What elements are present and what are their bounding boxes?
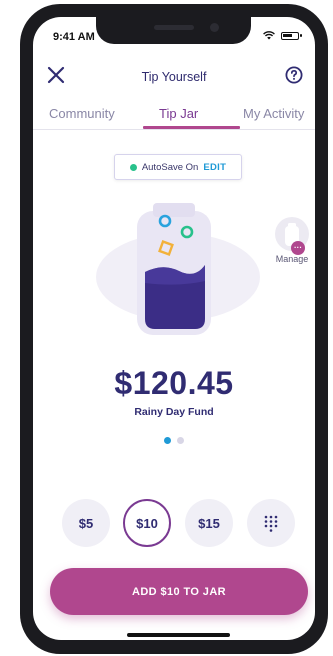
speaker [154,25,194,30]
page-dot-1[interactable] [164,437,171,444]
phone-frame: 9:41 AM Tip Yourself Community Tip Jar M… [20,4,328,654]
battery-icon [281,31,302,40]
tab-community[interactable]: Community [49,106,115,121]
jar-balance: $120.45 [114,365,234,401]
status-time: 9:41 AM [53,31,95,43]
autosave-status-dot [129,163,137,171]
keypad-icon [264,515,278,532]
page-indicator [33,437,315,444]
jar-name: Rainy Day Fund [134,406,214,418]
active-tab-indicator [143,126,240,129]
help-icon[interactable] [285,66,303,84]
page-dot-2[interactable] [177,437,184,444]
home-indicator[interactable] [127,633,230,637]
tab-tip-jar[interactable]: Tip Jar [159,106,198,121]
jar-lid [153,203,195,217]
status-icons [263,31,302,40]
tab-bar: Community Tip Jar My Activity [33,99,315,130]
camera [210,23,219,32]
wifi-icon [263,31,275,40]
manage-label: Manage [275,254,309,264]
autosave-edit-link[interactable]: EDIT [203,162,226,173]
manage-button[interactable]: Manage [271,217,313,264]
page-title: Tip Yourself [141,70,207,84]
amount-5-button[interactable]: $5 [62,499,110,547]
autosave-status: AutoSave On [141,161,199,173]
amount-15-button[interactable]: $15 [185,499,233,547]
autosave-pill[interactable]: AutoSave On EDIT [114,154,242,180]
tab-my-activity[interactable]: My Activity [243,106,304,121]
notch [96,17,251,44]
jar-illustration [96,203,260,335]
header: Tip Yourself [33,62,315,92]
amount-10-button[interactable]: $10 [123,499,171,547]
app-screen: 9:41 AM Tip Yourself Community Tip Jar M… [33,17,315,640]
more-options-badge-icon: ··· [291,241,305,255]
add-to-jar-button[interactable]: ADD $10 TO JAR [50,568,308,615]
custom-amount-button[interactable] [247,499,295,547]
